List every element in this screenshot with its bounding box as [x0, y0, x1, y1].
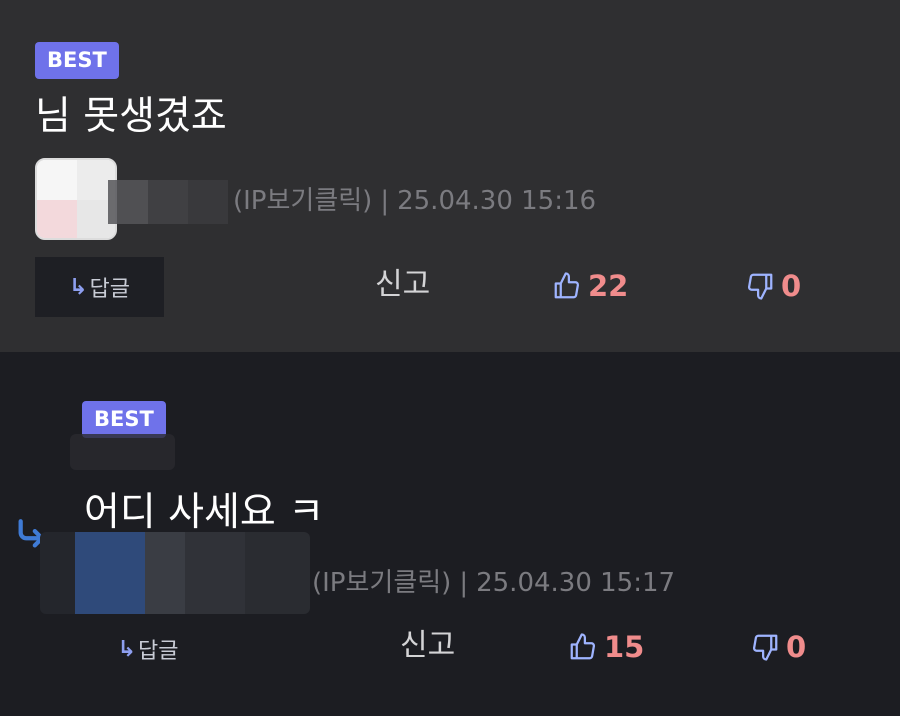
report-button[interactable]: 신고 [375, 267, 430, 303]
comment-meta: (IP보기클릭) | 25.04.30 15:16 [233, 186, 597, 216]
best-comment-1: BEST 님 못생겼죠 (IP보기클릭) | 25.04.30 15:16 ↳ 답글… [0, 0, 900, 352]
like-button[interactable]: 15 [568, 629, 644, 665]
avatar[interactable] [35, 158, 117, 240]
best-badge: BEST [82, 401, 166, 438]
reply-label: 답글 [89, 277, 130, 302]
reply-arrow-icon: ↳ [117, 636, 136, 662]
like-count: 22 [588, 269, 629, 303]
comment-meta: (IP보기클릭) | 25.04.30 15:17 [312, 568, 676, 598]
best-badge: BEST [35, 42, 119, 79]
avatar[interactable] [40, 532, 310, 614]
blurred-region [70, 434, 175, 470]
best-comment-2: BEST 어디 사세요 ㅋ (IP보기클릭) | 25.04.30 15:17 ↳ … [0, 352, 900, 716]
dislike-button[interactable]: 0 [750, 629, 806, 665]
reply-arrow-icon: ↳ [69, 274, 88, 300]
reply-label: 답글 [137, 639, 179, 664]
timestamp: 25.04.30 15:16 [397, 186, 597, 216]
ip-view-link[interactable]: (IP보기클릭) [312, 568, 451, 598]
dislike-button[interactable]: 0 [745, 268, 801, 304]
thumbs-up-icon [554, 272, 579, 299]
timestamp: 25.04.30 15:17 [476, 568, 676, 598]
thumbs-up-icon [570, 633, 595, 660]
dislike-count: 0 [786, 630, 807, 664]
like-count: 15 [604, 630, 645, 664]
report-button[interactable]: 신고 [400, 628, 455, 664]
reply-button[interactable]: ↳ 답글 [108, 632, 188, 666]
ip-view-link[interactable]: (IP보기클릭) [233, 186, 372, 216]
comment-text: 님 못생겼죠 [35, 94, 227, 139]
dislike-count: 0 [781, 269, 802, 303]
thumbs-down-icon [748, 273, 773, 300]
reply-button[interactable]: ↳ 답글 [35, 257, 164, 317]
nickname-blurred[interactable] [108, 180, 228, 224]
like-button[interactable]: 22 [552, 268, 628, 304]
comment-text: 어디 사세요 ㅋ [84, 490, 325, 535]
thumbs-down-icon [753, 634, 778, 661]
